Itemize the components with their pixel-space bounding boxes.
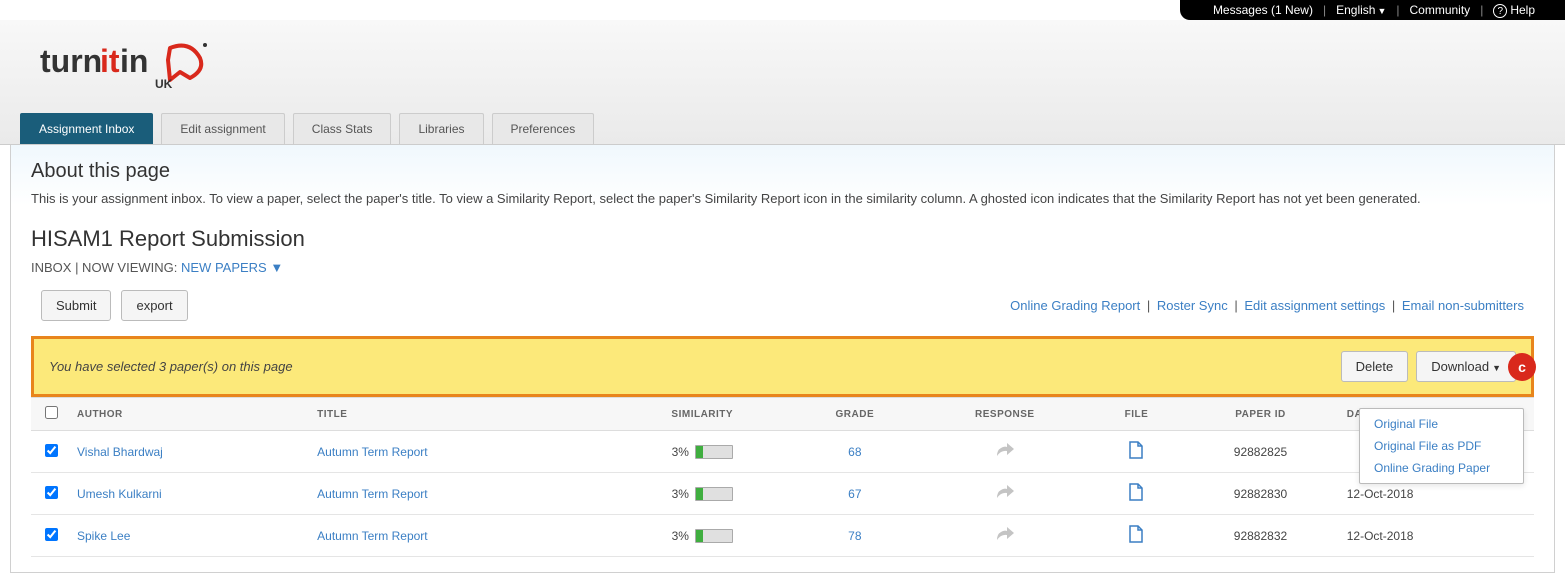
tab-preferences[interactable]: Preferences <box>492 113 595 144</box>
caret-down-icon: ▼ <box>1492 363 1501 373</box>
tab-libraries[interactable]: Libraries <box>399 113 483 144</box>
selection-wrapper: You have selected 3 paper(s) on this pag… <box>31 336 1534 557</box>
response-icon <box>995 531 1015 545</box>
chevron-down-icon: ▼ <box>1377 6 1386 16</box>
selection-actions: Delete Download▼ <box>1341 351 1516 382</box>
file-download-icon[interactable] <box>1129 532 1143 546</box>
download-grading-paper[interactable]: Online Grading Paper <box>1360 457 1523 479</box>
paper-title-link[interactable]: Autumn Term Report <box>317 487 428 501</box>
row-checkbox[interactable] <box>45 528 58 541</box>
svg-text:it: it <box>100 43 120 79</box>
response-icon <box>995 447 1015 461</box>
tab-assignment-inbox[interactable]: Assignment Inbox <box>20 113 153 144</box>
author-link[interactable]: Umesh Kulkarni <box>77 487 162 501</box>
author-link[interactable]: Vishal Bhardwaj <box>77 445 163 459</box>
paper-title-link[interactable]: Autumn Term Report <box>317 529 428 543</box>
col-paperid[interactable]: PAPER ID <box>1180 398 1341 431</box>
main-tabs: Assignment Inbox Edit assignment Class Sta… <box>20 113 1545 144</box>
grade-link[interactable]: 67 <box>848 487 861 501</box>
svg-text:turn: turn <box>40 43 102 79</box>
file-download-icon[interactable] <box>1129 490 1143 504</box>
select-all-checkbox[interactable] <box>45 406 58 419</box>
grade-link[interactable]: 78 <box>848 529 861 543</box>
messages-link[interactable]: Messages (1 New) <box>1203 3 1323 17</box>
edit-assignment-settings-link[interactable]: Edit assignment settings <box>1244 298 1385 313</box>
similarity-cell[interactable]: 3% <box>672 445 733 459</box>
table-row: Umesh Kulkarni Autumn Term Report 3% 67 9288… <box>31 473 1534 515</box>
online-grading-report-link[interactable]: Online Grading Report <box>1010 298 1140 313</box>
table-row: Vishal Bhardwaj Autumn Term Report 3% 68 928… <box>31 431 1534 473</box>
selection-text: You have selected 3 paper(s) on this pag… <box>49 359 293 374</box>
download-dropdown-menu: Original File Original File as PDF Onlin… <box>1359 408 1524 484</box>
header-area: turn it in UK Assignment Inbox Edit assig… <box>0 20 1565 145</box>
row-checkbox[interactable] <box>45 486 58 499</box>
top-utility-bar: Messages (1 New) | English▼ | Community … <box>1180 0 1565 20</box>
selection-bar: You have selected 3 paper(s) on this pag… <box>31 336 1534 397</box>
svg-text:UK: UK <box>155 77 173 91</box>
language-link[interactable]: English▼ <box>1326 3 1396 17</box>
tab-class-stats[interactable]: Class Stats <box>293 113 392 144</box>
svg-text:in: in <box>120 43 148 79</box>
row-checkbox[interactable] <box>45 444 58 457</box>
help-link[interactable]: ?Help <box>1483 3 1545 18</box>
col-file[interactable]: FILE <box>1093 398 1181 431</box>
download-original-file[interactable]: Original File <box>1360 413 1523 435</box>
date-cell: 12-Oct-2018 <box>1341 515 1534 557</box>
email-non-submitters-link[interactable]: Email non-submitters <box>1402 298 1524 313</box>
viewing-filter: INBOX | NOW VIEWING: NEW PAPERS ▼ <box>31 260 1534 275</box>
table-row: Spike Lee Autumn Term Report 3% 78 928828321… <box>31 515 1534 557</box>
file-download-icon[interactable] <box>1129 448 1143 462</box>
submit-button[interactable]: Submit <box>41 290 111 321</box>
similarity-bar <box>695 487 733 501</box>
annotation-badge-c: c <box>1508 353 1536 381</box>
viewing-prefix: INBOX | NOW VIEWING: <box>31 260 181 275</box>
help-icon: ? <box>1493 4 1507 18</box>
author-link[interactable]: Spike Lee <box>77 529 130 543</box>
assignment-title: HISAM1 Report Submission <box>31 226 1534 252</box>
col-author[interactable]: AUTHOR <box>71 398 311 431</box>
viewing-link[interactable]: NEW PAPERS ▼ <box>181 260 283 275</box>
col-title[interactable]: TITLE <box>311 398 612 431</box>
paper-id: 92882825 <box>1180 431 1341 473</box>
col-response[interactable]: RESPONSE <box>917 398 1093 431</box>
main-content: About this page This is your assignment … <box>10 145 1555 573</box>
paper-title-link[interactable]: Autumn Term Report <box>317 445 428 459</box>
about-description: This is your assignment inbox. To view a… <box>31 191 1534 206</box>
similarity-cell[interactable]: 3% <box>672 529 733 543</box>
col-checkbox <box>31 398 71 431</box>
download-button[interactable]: Download▼ <box>1416 351 1516 382</box>
roster-sync-link[interactable]: Roster Sync <box>1157 298 1228 313</box>
similarity-cell[interactable]: 3% <box>672 487 733 501</box>
paper-id: 92882830 <box>1180 473 1341 515</box>
left-actions: Submit export <box>41 290 188 321</box>
paper-id: 92882832 <box>1180 515 1341 557</box>
response-icon <box>995 489 1015 503</box>
col-grade[interactable]: GRADE <box>793 398 917 431</box>
about-heading: About this page <box>31 160 1534 183</box>
community-link[interactable]: Community <box>1400 3 1481 17</box>
tab-edit-assignment[interactable]: Edit assignment <box>161 113 284 144</box>
similarity-bar <box>695 529 733 543</box>
download-original-pdf[interactable]: Original File as PDF <box>1360 435 1523 457</box>
turnitin-logo: turn it in UK <box>40 40 1545 98</box>
col-similarity[interactable]: SIMILARITY <box>612 398 793 431</box>
similarity-bar <box>695 445 733 459</box>
papers-table: AUTHOR TITLE SIMILARITY GRADE RESPONSE F… <box>31 397 1534 557</box>
delete-button[interactable]: Delete <box>1341 351 1409 382</box>
actions-row: Submit export Online Grading Report | Ro… <box>31 290 1534 321</box>
export-button[interactable]: export <box>121 290 187 321</box>
grade-link[interactable]: 68 <box>848 445 861 459</box>
right-links: Online Grading Report | Roster Sync | Ed… <box>1010 298 1524 313</box>
